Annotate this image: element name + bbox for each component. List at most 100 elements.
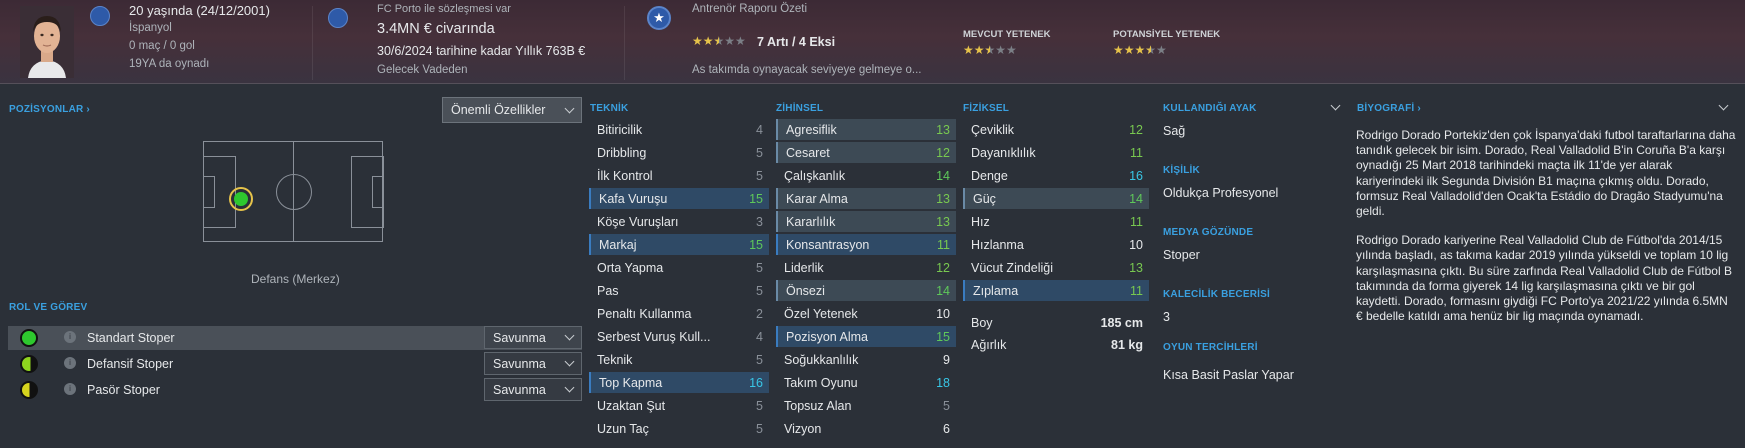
- attribute-row[interactable]: Topsuz Alan 5: [776, 395, 956, 416]
- player-caps: 0 maç / 0 gol: [129, 40, 195, 52]
- coach-report-star-icon[interactable]: ★: [647, 6, 671, 30]
- attribute-row[interactable]: Çeviklik 12: [963, 119, 1149, 140]
- attribute-value: 13: [936, 191, 950, 206]
- attribute-row[interactable]: Pozisyon Alma 15: [776, 326, 956, 347]
- attribute-name: Karar Alma: [786, 191, 848, 206]
- height-value: 185 cm: [1100, 315, 1143, 330]
- attribute-row[interactable]: Vizyon 6: [776, 418, 956, 439]
- chevron-down-icon[interactable]: [1330, 100, 1341, 111]
- attribute-value: 6: [943, 421, 950, 436]
- attribute-row[interactable]: Pas 5: [589, 280, 769, 301]
- foot-value: Sağ: [1163, 124, 1186, 138]
- attribute-value: 11: [1130, 283, 1143, 298]
- media-title: MEDYA GÖZÜNDE: [1163, 227, 1254, 238]
- attribute-name: Dayanıklılık: [971, 145, 1036, 160]
- attribute-value: 5: [756, 145, 763, 160]
- info-icon[interactable]: i: [64, 357, 76, 369]
- attribute-name: Liderlik: [784, 260, 824, 275]
- attribute-row[interactable]: Güç 14: [963, 188, 1149, 209]
- duty-dropdown[interactable]: Savunma: [484, 378, 582, 401]
- attribute-row[interactable]: Cesaret 12: [776, 142, 956, 163]
- attribute-name: Çeviklik: [971, 122, 1015, 137]
- attribute-name: Orta Yapma: [597, 260, 664, 275]
- header-divider: [312, 6, 313, 80]
- attribute-name: Takım Oyunu: [784, 375, 858, 390]
- attribute-value: 11: [937, 237, 950, 252]
- foot-title: KULLANDIĞI AYAK: [1163, 103, 1257, 114]
- attribute-row[interactable]: Vücut Zindeliği 13: [963, 257, 1149, 278]
- attribute-row[interactable]: Uzaktan Şut 5: [589, 395, 769, 416]
- potential-ability-label: POTANSİYEL YETENEK: [1113, 29, 1221, 40]
- player-header: 20 yaşında (24/12/2001) İspanyol 0 maç /…: [0, 0, 1745, 84]
- attribute-row[interactable]: Bitiricilik 4: [589, 119, 769, 140]
- attribute-row[interactable]: Köşe Vuruşları 3: [589, 211, 769, 232]
- attribute-name: Vücut Zindeliği: [971, 260, 1053, 275]
- player-value: 3.4MN € civarında: [377, 21, 495, 37]
- attribute-name: Bitiricilik: [597, 122, 643, 137]
- attribute-row[interactable]: Top Kapma 16: [589, 372, 769, 393]
- attribute-name: İlk Kontrol: [597, 168, 653, 183]
- attribute-row[interactable]: Özel Yetenek 10: [776, 303, 956, 324]
- attribute-value: 16: [749, 375, 763, 390]
- attribute-row[interactable]: Markaj 15: [589, 234, 769, 255]
- attribute-row[interactable]: Önsezi 14: [776, 280, 956, 301]
- duty-label: Savunma: [493, 382, 546, 397]
- attribute-row[interactable]: Konsantrasyon 11: [776, 234, 956, 255]
- club-badge-icon[interactable]: [328, 8, 348, 28]
- duty-dropdown[interactable]: Savunma: [484, 326, 582, 349]
- attribute-row[interactable]: Denge 16: [963, 165, 1149, 186]
- attribute-row[interactable]: Zıplama 11: [963, 280, 1149, 301]
- attribute-row[interactable]: Karar Alma 13: [776, 188, 956, 209]
- role-suitability-icon: [20, 355, 38, 373]
- attribute-row[interactable]: Hız 11: [963, 211, 1149, 232]
- attribute-row[interactable]: Serbest Vuruş Kull... 4: [589, 326, 769, 347]
- attribute-value: 13: [936, 214, 950, 229]
- attribute-row[interactable]: Penaltı Kullanma 2: [589, 303, 769, 324]
- biography-text: Rodrigo Dorado Portekiz'den çok İspanya'…: [1356, 128, 1736, 338]
- attribute-name: Denge: [971, 168, 1008, 183]
- info-icon[interactable]: i: [64, 331, 76, 343]
- duty-label: Savunma: [493, 356, 546, 371]
- attribute-filter-label: Önemli Özellikler: [451, 103, 546, 117]
- weight-value: 81 kg: [1111, 337, 1143, 352]
- chevron-down-icon[interactable]: [1718, 100, 1729, 111]
- attribute-row[interactable]: Dayanıklılık 11: [963, 142, 1149, 163]
- attribute-row[interactable]: Liderlik 12: [776, 257, 956, 278]
- personality-title: KİŞİLİK: [1163, 165, 1200, 176]
- attribute-row[interactable]: Uzun Taç 5: [589, 418, 769, 439]
- attribute-value: 5: [943, 398, 950, 413]
- attribute-row[interactable]: İlk Kontrol 5: [589, 165, 769, 186]
- attribute-name: Top Kapma: [599, 375, 663, 390]
- attribute-row[interactable]: Orta Yapma 5: [589, 257, 769, 278]
- player-nationality: İspanyol: [129, 22, 172, 34]
- attribute-value: 3: [756, 214, 763, 229]
- attribute-row[interactable]: Kafa Vuruşu 15: [589, 188, 769, 209]
- attribute-name: Agresiflik: [786, 122, 837, 137]
- role-name: Defansif Stoper: [87, 357, 174, 371]
- attribute-row[interactable]: Hızlanma 10: [963, 234, 1149, 255]
- contract-note: FC Porto ile sözleşmesi var: [377, 3, 511, 15]
- duty-dropdown[interactable]: Savunma: [484, 352, 582, 375]
- attribute-name: Serbest Vuruş Kull...: [597, 329, 711, 344]
- header-divider: [624, 6, 625, 80]
- attribute-name: Uzaktan Şut: [597, 398, 666, 413]
- attribute-row[interactable]: Dribbling 5: [589, 142, 769, 163]
- attribute-name: Pozisyon Alma: [786, 329, 868, 344]
- attribute-value: 13: [936, 122, 950, 137]
- attribute-row[interactable]: Takım Oyunu 18: [776, 372, 956, 393]
- attribute-filter-dropdown[interactable]: Önemli Özellikler: [442, 97, 582, 123]
- attribute-name: Önsezi: [786, 283, 825, 298]
- attribute-row[interactable]: Soğukkanlılık 9: [776, 349, 956, 370]
- attribute-row[interactable]: Kararlılık 13: [776, 211, 956, 232]
- duty-label: Savunma: [493, 330, 546, 345]
- attribute-row[interactable]: Teknik 5: [589, 349, 769, 370]
- nation-flag-icon[interactable]: [90, 6, 110, 26]
- attribute-row[interactable]: Agresiflik 13: [776, 119, 956, 140]
- attribute-name: Teknik: [597, 352, 633, 367]
- info-icon[interactable]: i: [64, 383, 76, 395]
- attribute-value: 5: [756, 283, 763, 298]
- positions-title[interactable]: POZİSYONLAR ›: [9, 104, 90, 115]
- attribute-row[interactable]: Çalışkanlık 14: [776, 165, 956, 186]
- position-marker-dc[interactable]: [234, 192, 248, 206]
- biography-title[interactable]: BİYOGRAFİ ›: [1357, 103, 1421, 114]
